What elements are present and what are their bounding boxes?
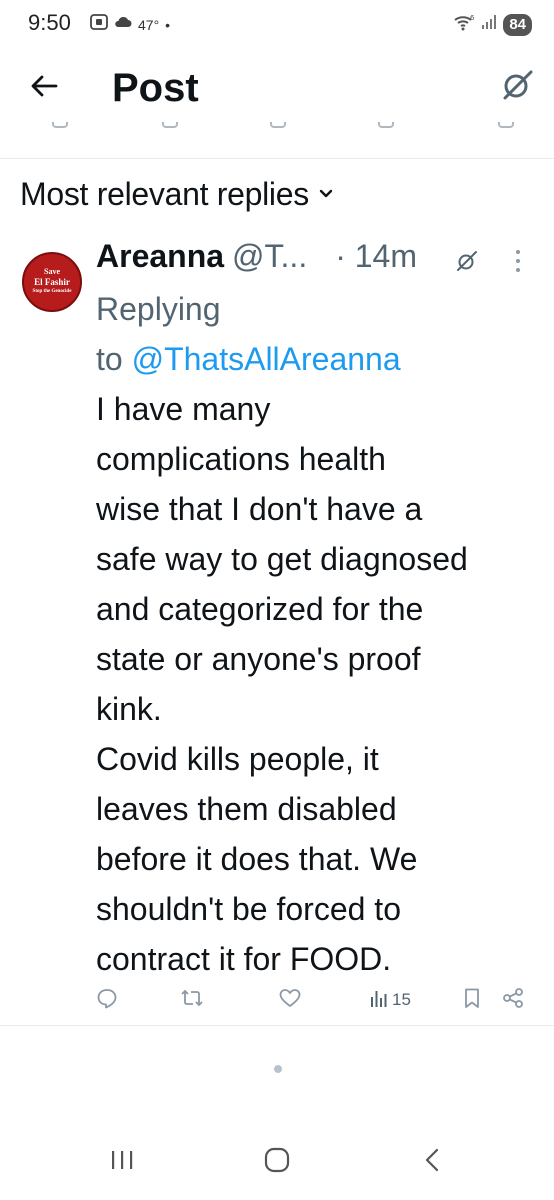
reply-timestamp[interactable]: · 14m [335, 238, 417, 275]
reply-content: Areanna @T... · 14m Replying to @ThatsAl… [96, 238, 536, 984]
share-button[interactable] [502, 982, 524, 1018]
status-bar: 9:50 47° • 6 84 [0, 0, 554, 52]
analytics-icon [370, 988, 388, 1013]
avatar-image: Save El Fashir Stop the Genocide [22, 252, 82, 312]
reply-text: I have many complications health wise th… [96, 391, 468, 977]
grok-button[interactable] [498, 68, 536, 106]
chevron-down-icon [319, 186, 333, 204]
avatar-text-line-2: El Fashir [34, 277, 70, 287]
views-count: 15 [392, 990, 411, 1009]
more-options-button[interactable] [510, 248, 526, 274]
replies-sort-dropdown[interactable]: Most relevant replies [20, 176, 333, 213]
status-dot: • [165, 16, 171, 33]
signal-icon [481, 14, 497, 35]
system-nav-bar [0, 1122, 554, 1200]
repost-button[interactable] [180, 982, 204, 1018]
system-back-button[interactable] [412, 1142, 452, 1182]
more-dot [516, 258, 520, 263]
repost-icon [180, 987, 204, 1014]
recent-apps-icon [109, 1148, 135, 1177]
bookmark-button[interactable] [462, 982, 482, 1018]
divider [0, 1025, 554, 1026]
post-header: Post [0, 52, 554, 130]
reply-button[interactable] [96, 982, 118, 1018]
replying-label: Replying [96, 291, 221, 327]
svg-text:6: 6 [470, 14, 475, 22]
divider [0, 158, 554, 159]
status-temperature: 47° [138, 16, 160, 33]
wifi-icon: 6 [453, 13, 475, 36]
author-handle[interactable]: @T... [232, 238, 307, 275]
more-dot [516, 250, 520, 255]
reply-action-bar: 15 [0, 982, 554, 1018]
status-right-icons: 6 84 [453, 13, 532, 36]
avatar-text-line-3: Stop the Genocide [32, 289, 72, 294]
cloud-icon [114, 15, 132, 34]
replying-to-handle[interactable]: @ThatsAllAreanna [132, 341, 401, 377]
avatar-text-line-1: Save [44, 267, 60, 276]
loading-indicator [274, 1065, 282, 1073]
reply-header: Areanna @T... · 14m [96, 238, 536, 282]
grok-icon[interactable] [456, 250, 478, 272]
page-title: Post [112, 66, 199, 110]
comment-icon [96, 987, 118, 1014]
status-left-icons: 47° • [90, 14, 170, 35]
back-button[interactable] [26, 70, 62, 106]
heart-icon [278, 987, 302, 1014]
status-time: 9:50 [28, 10, 71, 35]
grok-icon [500, 68, 534, 107]
avatar[interactable]: Save El Fashir Stop the Genocide [20, 250, 84, 314]
more-dot [516, 267, 520, 272]
replying-to-prefix: to [96, 341, 132, 377]
home-icon [263, 1146, 291, 1179]
replies-sort-label: Most relevant replies [20, 176, 309, 212]
home-button[interactable] [257, 1142, 297, 1182]
battery-indicator: 84 [503, 13, 532, 36]
main-post-actions-clipped [0, 122, 554, 134]
like-button[interactable] [278, 982, 302, 1018]
share-icon [502, 987, 524, 1014]
screenshot-icon [90, 14, 108, 35]
bookmark-icon [462, 987, 482, 1014]
views-button[interactable]: 15 [370, 982, 411, 1018]
recent-apps-button[interactable] [102, 1142, 142, 1182]
replying-to-line: to @ThatsAllAreanna [96, 334, 536, 384]
chevron-left-icon [422, 1147, 442, 1178]
arrow-left-icon [30, 74, 58, 103]
author-name[interactable]: Areanna [96, 238, 224, 275]
